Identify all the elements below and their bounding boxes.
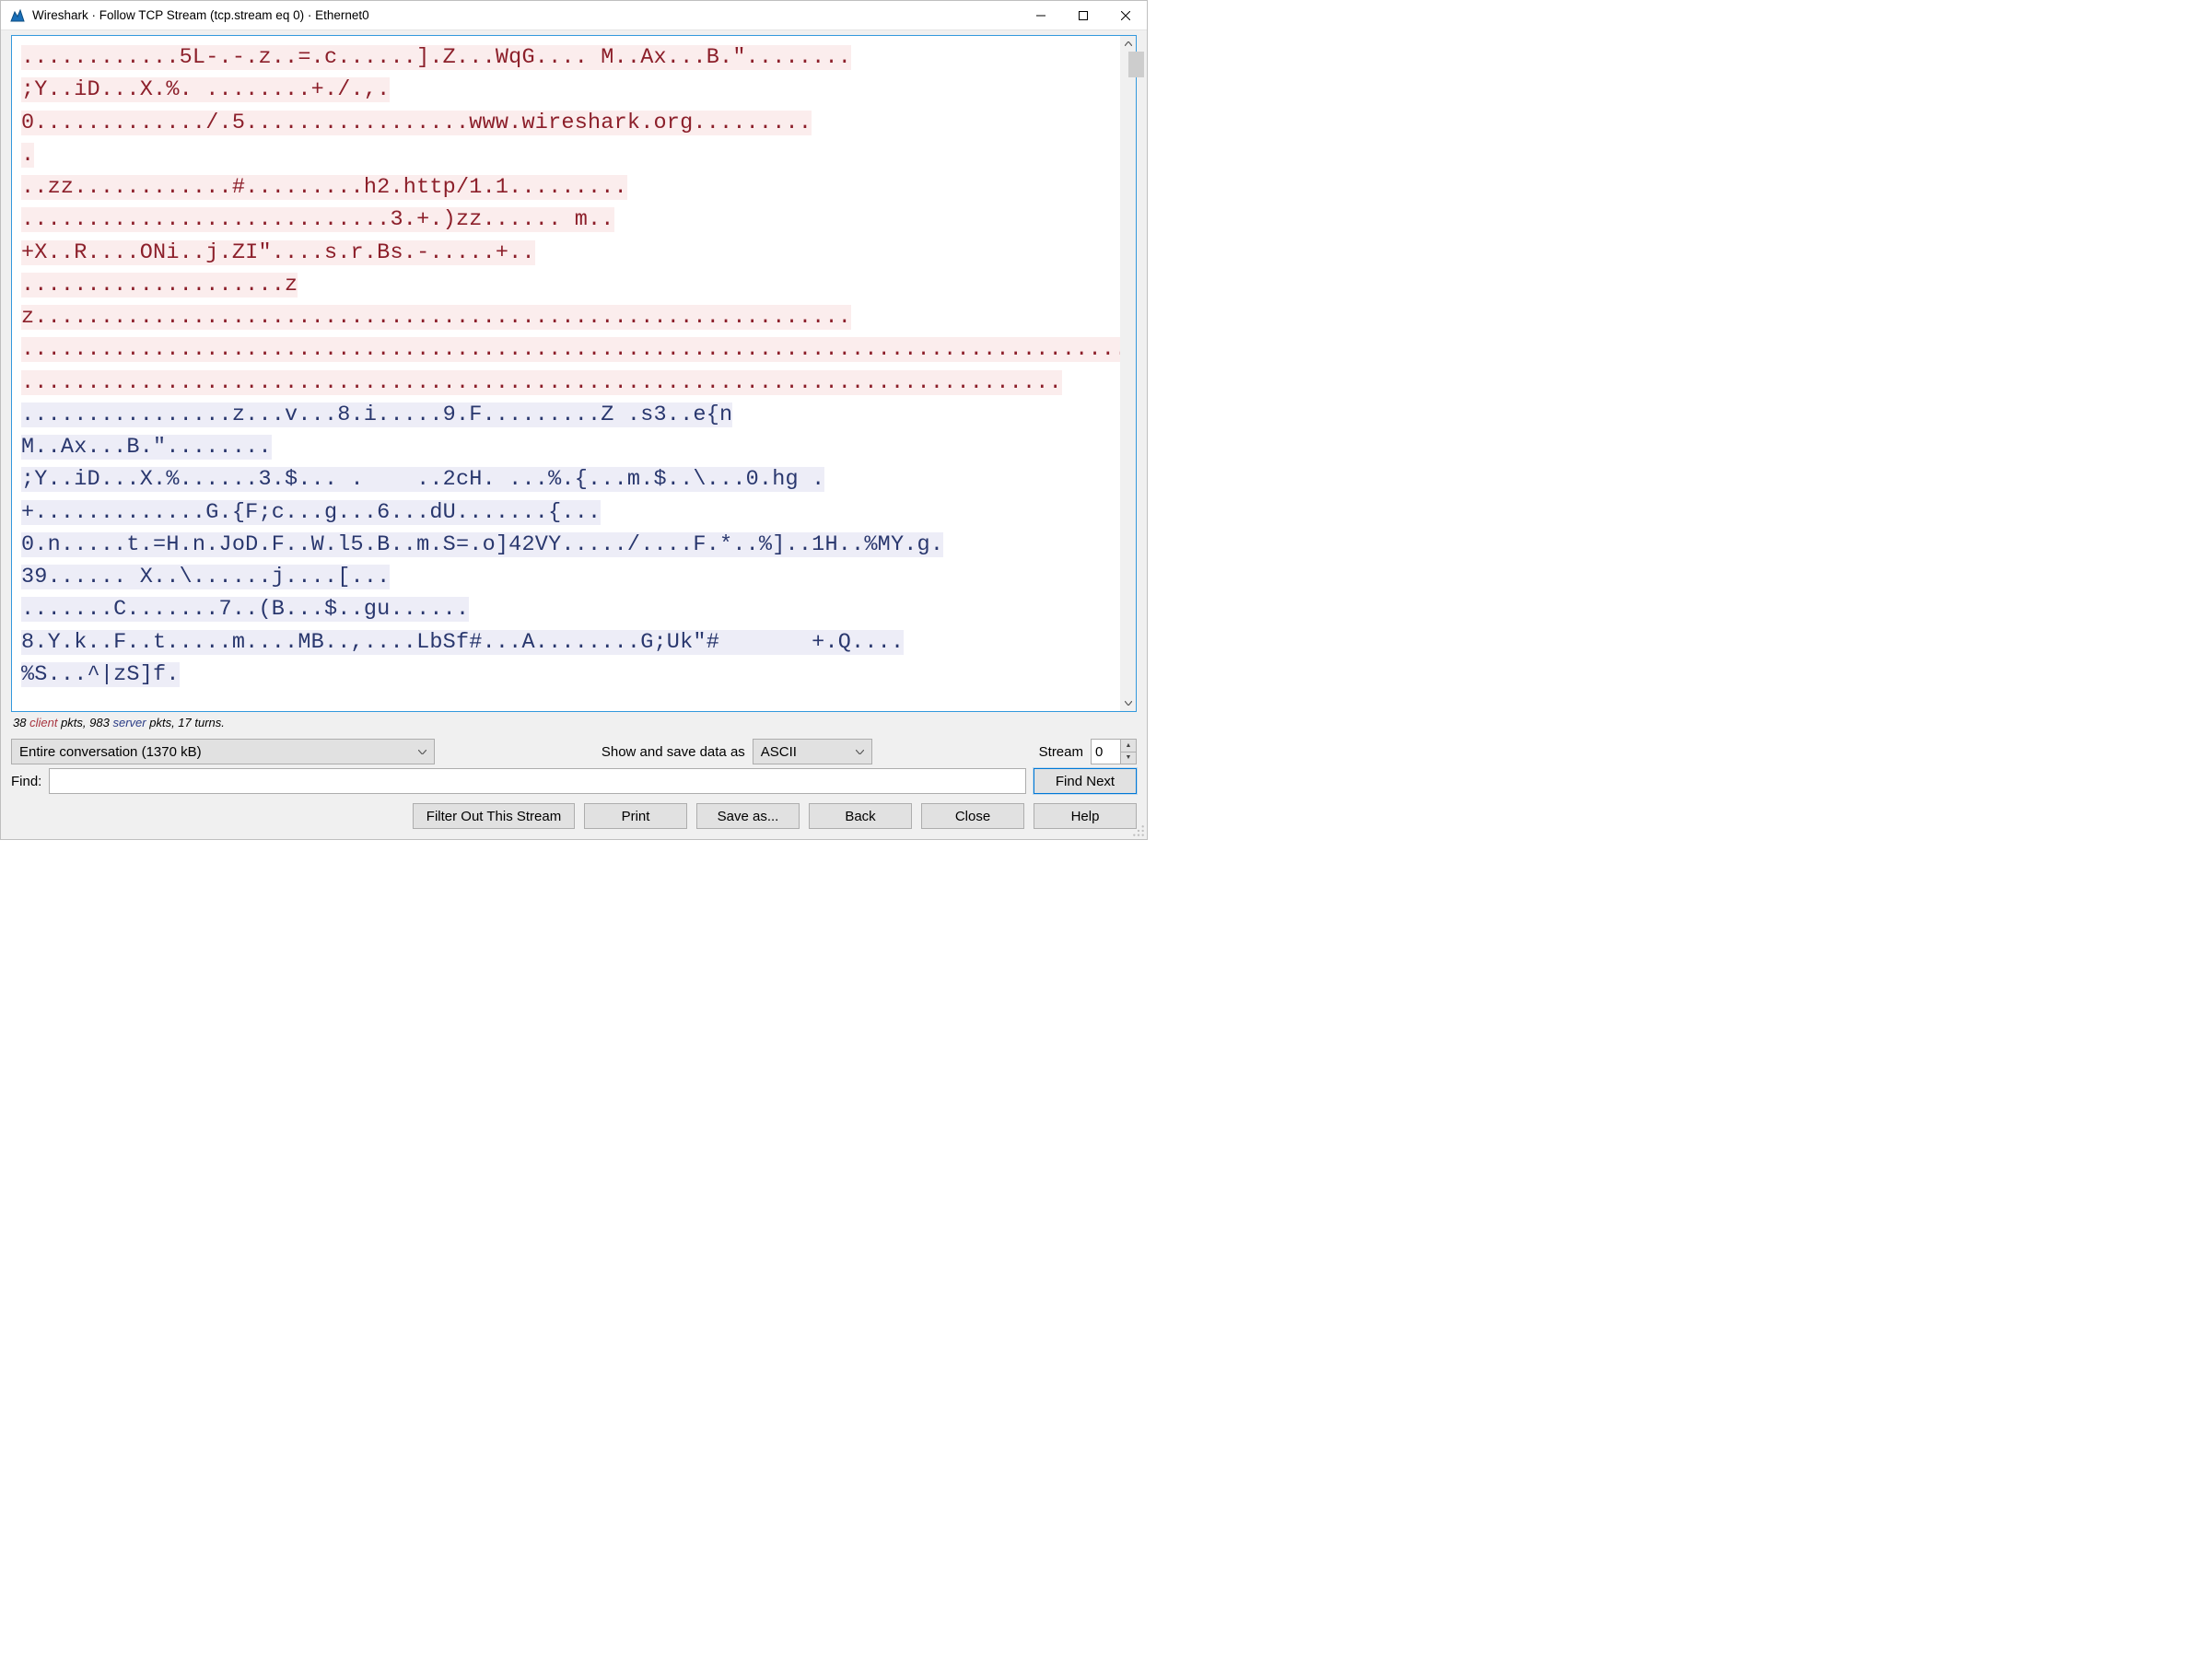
- find-label: Find:: [11, 774, 41, 789]
- stats-tail: pkts, 17 turns.: [149, 716, 225, 729]
- server-pkt-count: 983: [89, 716, 110, 729]
- stream-content-area[interactable]: ............5L-.-.z..=.c......].Z...WqG.…: [11, 35, 1137, 712]
- scroll-up-arrow[interactable]: [1120, 36, 1136, 52]
- help-button[interactable]: Help: [1034, 803, 1137, 829]
- format-select-value: ASCII: [761, 744, 797, 760]
- client-stream-line[interactable]: ;Y..iD...X.%. ........+./.,.: [21, 77, 390, 102]
- back-button[interactable]: Back: [809, 803, 912, 829]
- filter-out-button[interactable]: Filter Out This Stream: [413, 803, 575, 829]
- scroll-down-arrow[interactable]: [1120, 695, 1136, 711]
- client-stream-line[interactable]: +X..R....ONi..j.ZI"....s.r.Bs.-.....+..: [21, 240, 535, 265]
- packet-stats: 38 client pkts, 983 server pkts, 17 turn…: [11, 712, 1137, 735]
- client-stream-line[interactable]: .: [21, 143, 34, 168]
- save-as-button[interactable]: Save as...: [696, 803, 800, 829]
- find-input[interactable]: [49, 768, 1026, 794]
- client-stream-line[interactable]: ....................zz..................…: [21, 273, 851, 330]
- maximize-button[interactable]: [1062, 1, 1104, 30]
- client-stream-line[interactable]: ........................................…: [21, 370, 1062, 395]
- chevron-up-icon: [1125, 41, 1132, 46]
- server-stream-line[interactable]: ;Y..iD...X.%......3.$... . ..2cH. ...%.{…: [21, 467, 824, 492]
- server-stream-line[interactable]: %S...^|zS]f.: [21, 662, 180, 687]
- find-next-button[interactable]: Find Next: [1034, 768, 1137, 794]
- chevron-down-icon: [418, 747, 426, 756]
- print-button[interactable]: Print: [584, 803, 687, 829]
- filter-out-label: Filter Out This Stream: [426, 809, 561, 824]
- resize-grip[interactable]: [1132, 824, 1145, 837]
- wireshark-icon: [10, 8, 25, 23]
- chevron-down-icon: [1125, 701, 1132, 706]
- minimize-icon: [1036, 11, 1045, 20]
- titlebar: Wireshark · Follow TCP Stream (tcp.strea…: [1, 1, 1147, 30]
- find-next-label: Find Next: [1056, 774, 1115, 789]
- server-word: server: [112, 716, 146, 729]
- server-stream-line[interactable]: 39...... X..\......j....[...: [21, 565, 390, 589]
- client-pkt-count: 38: [13, 716, 26, 729]
- back-label: Back: [845, 809, 875, 824]
- stats-mid1: pkts,: [61, 716, 89, 729]
- close-window-button[interactable]: [1104, 1, 1147, 30]
- show-save-label: Show and save data as: [602, 744, 745, 760]
- server-stream-line[interactable]: M..Ax...B."........: [21, 435, 272, 460]
- server-stream-line[interactable]: .......C.......7..(B...$..gu......: [21, 597, 469, 622]
- close-button[interactable]: Close: [921, 803, 1024, 829]
- server-stream-line[interactable]: 0.n.....t.=H.n.JoD.F..W.l5.B..m.S=.o]42V…: [21, 532, 943, 557]
- help-label: Help: [1071, 809, 1100, 824]
- conversation-select-value: Entire conversation (1370 kB): [19, 744, 202, 760]
- conversation-select[interactable]: Entire conversation (1370 kB): [11, 739, 435, 764]
- client-stream-line[interactable]: ............5L-.-.z..=.c......].Z...WqG.…: [21, 45, 851, 70]
- server-stream-line[interactable]: ................z...v...8.i.....9.F.....…: [21, 402, 732, 427]
- window-title: Wireshark · Follow TCP Stream (tcp.strea…: [32, 8, 1020, 22]
- print-label: Print: [622, 809, 650, 824]
- stream-number-spinner[interactable]: ▲ ▼: [1091, 739, 1137, 764]
- vertical-scrollbar[interactable]: [1120, 36, 1136, 711]
- client-stream-line[interactable]: ........................................…: [21, 337, 1120, 362]
- format-select[interactable]: ASCII: [753, 739, 872, 764]
- client-stream-line[interactable]: ..zz............#.........h2.http/1.1...…: [21, 175, 627, 200]
- save-as-label: Save as...: [718, 809, 779, 824]
- close-icon: [1121, 11, 1130, 20]
- maximize-icon: [1079, 11, 1088, 20]
- stream-spin-down[interactable]: ▼: [1121, 752, 1136, 764]
- scrollbar-thumb[interactable]: [1128, 52, 1144, 77]
- client-stream-line[interactable]: ............................3.+.)zz.....…: [21, 207, 614, 232]
- stream-content-text[interactable]: ............5L-.-.z..=.c......].Z...WqG.…: [12, 36, 1120, 711]
- stream-label: Stream: [1039, 744, 1083, 760]
- chevron-down-icon: [856, 747, 864, 756]
- stream-spin-up[interactable]: ▲: [1121, 740, 1136, 752]
- client-word: client: [29, 716, 57, 729]
- minimize-button[interactable]: [1020, 1, 1062, 30]
- client-stream-line[interactable]: 0............./.5.................www.wi…: [21, 111, 812, 135]
- close-label: Close: [955, 809, 990, 824]
- server-stream-line[interactable]: 8.Y.k..F..t.....m....MB..,....LbSf#...A.…: [21, 630, 904, 655]
- stream-number-input[interactable]: [1091, 739, 1120, 764]
- server-stream-line[interactable]: +.............G.{F;c...g...6...dU.......…: [21, 500, 601, 525]
